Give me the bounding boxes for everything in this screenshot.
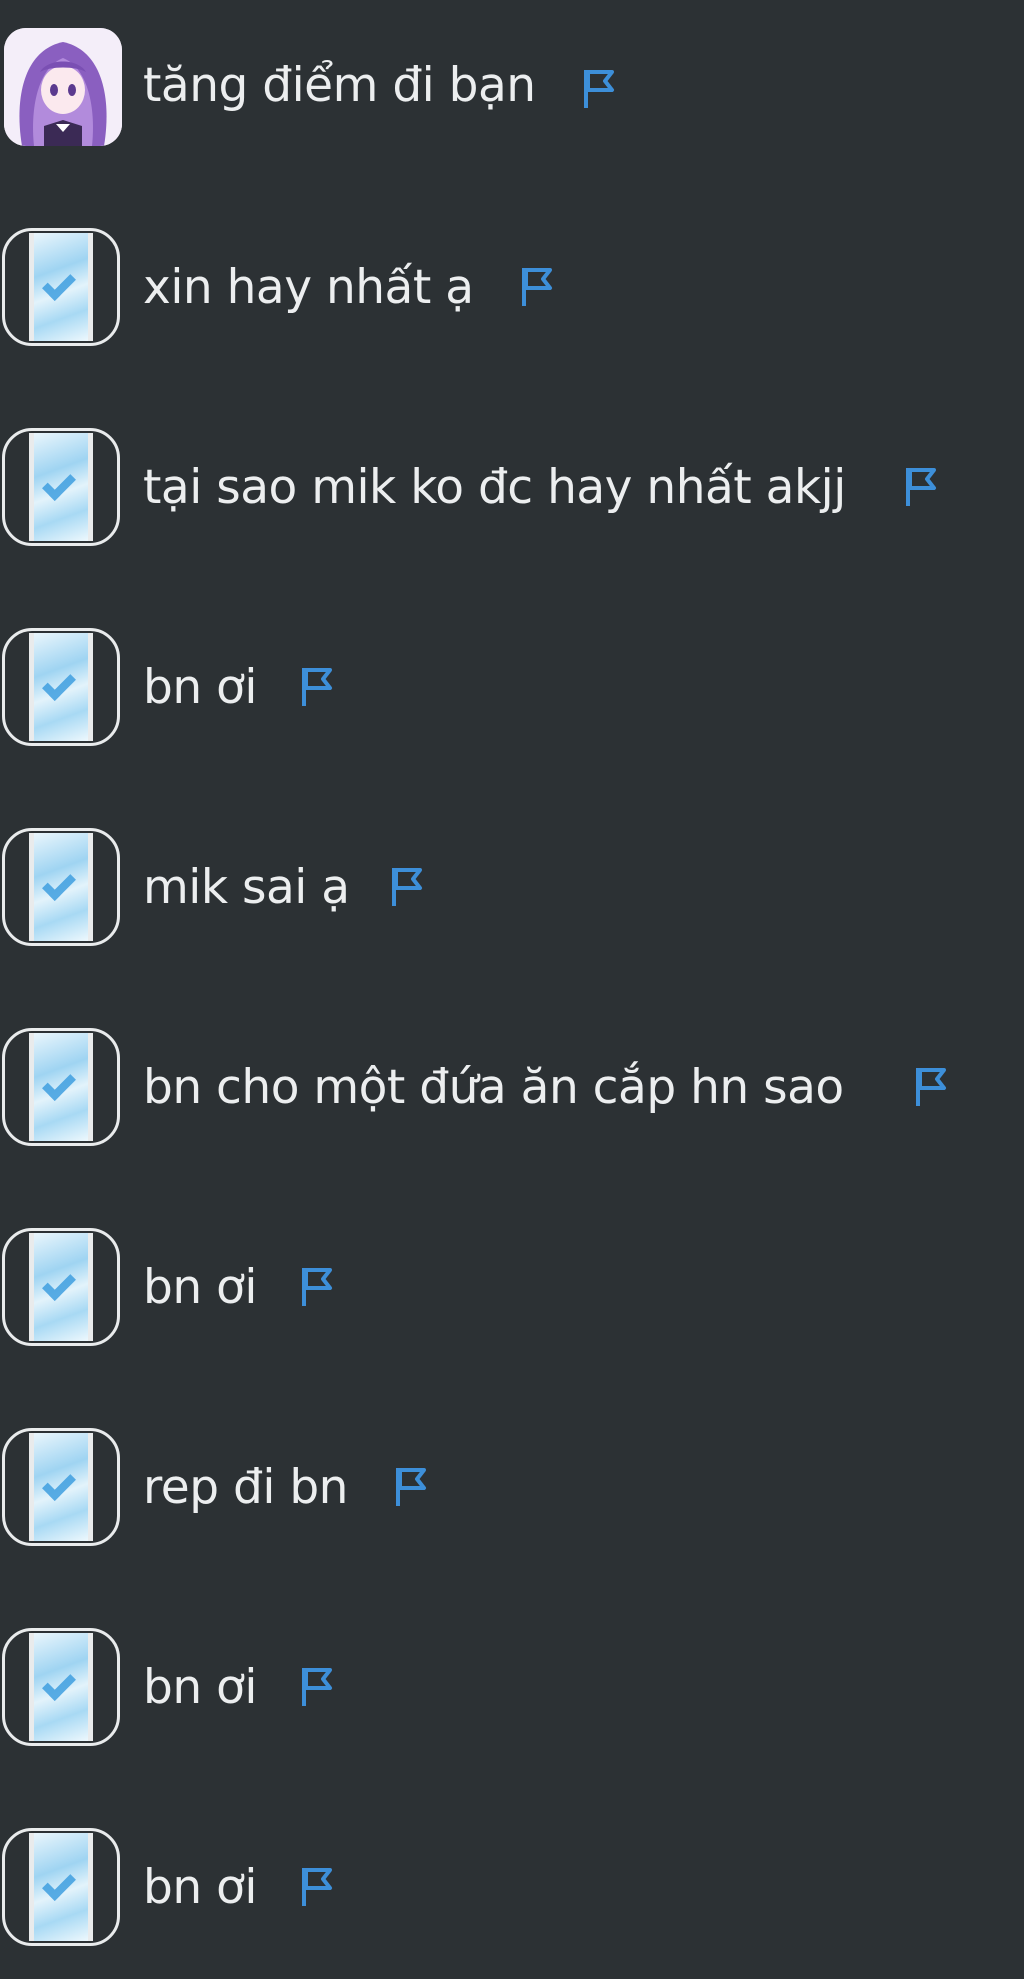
user-avatar[interactable] — [2, 1228, 120, 1346]
message-text: rep đi bn — [143, 1460, 348, 1515]
message-text: xin hay nhất ạ — [143, 260, 474, 315]
message-row: bn ơi — [0, 1222, 1024, 1352]
message-text: mik sai ạ — [143, 860, 350, 915]
message-text: tại sao mik ko đc hay nhất akjj — [143, 460, 846, 515]
message-text: bn cho một đứa ăn cắp hn sao — [143, 1060, 844, 1115]
flag-icon[interactable] — [296, 1264, 336, 1308]
message-list: tăng điểm đi bạn xin hay nhất ạ tại sao … — [0, 0, 1024, 1979]
flag-icon[interactable] — [296, 1664, 336, 1708]
message-row: mik sai ạ — [0, 822, 1024, 952]
phone-check-avatar — [29, 1833, 93, 1941]
flag-icon[interactable] — [910, 1064, 950, 1108]
user-avatar[interactable] — [2, 1428, 120, 1546]
phone-check-avatar — [29, 633, 93, 741]
message-text: bn ơi — [143, 660, 257, 715]
phone-check-avatar — [29, 433, 93, 541]
phone-check-avatar — [29, 1233, 93, 1341]
message-row: bn cho một đứa ăn cắp hn sao — [0, 1022, 1024, 1152]
message-text: bn ơi — [143, 1260, 257, 1315]
message-row: rep đi bn — [0, 1422, 1024, 1552]
phone-check-avatar — [29, 833, 93, 941]
message-row: bn ơi — [0, 1622, 1024, 1752]
message-row: bn ơi — [0, 1822, 1024, 1952]
flag-icon[interactable] — [578, 66, 618, 110]
anime-girl-avatar — [4, 28, 122, 146]
user-avatar[interactable] — [2, 1828, 120, 1946]
user-avatar[interactable] — [2, 428, 120, 546]
message-row: xin hay nhất ạ — [0, 222, 1024, 352]
user-avatar[interactable] — [2, 1028, 120, 1146]
phone-check-avatar — [29, 1433, 93, 1541]
message-text: bn ơi — [143, 1660, 257, 1715]
flag-icon[interactable] — [296, 664, 336, 708]
flag-icon[interactable] — [296, 1864, 336, 1908]
user-avatar[interactable] — [2, 1628, 120, 1746]
flag-icon[interactable] — [386, 864, 426, 908]
flag-icon[interactable] — [390, 1464, 430, 1508]
user-avatar[interactable] — [4, 28, 122, 146]
message-row: tăng điểm đi bạn — [0, 22, 1024, 152]
phone-check-avatar — [29, 233, 93, 341]
flag-icon[interactable] — [900, 464, 940, 508]
user-avatar[interactable] — [2, 228, 120, 346]
phone-check-avatar — [29, 1633, 93, 1741]
user-avatar[interactable] — [2, 628, 120, 746]
phone-check-avatar — [29, 1033, 93, 1141]
message-row: tại sao mik ko đc hay nhất akjj — [0, 422, 1024, 552]
message-row: bn ơi — [0, 622, 1024, 752]
flag-icon[interactable] — [516, 264, 556, 308]
message-text: bn ơi — [143, 1860, 257, 1915]
user-avatar[interactable] — [2, 828, 120, 946]
message-text: tăng điểm đi bạn — [143, 58, 536, 113]
